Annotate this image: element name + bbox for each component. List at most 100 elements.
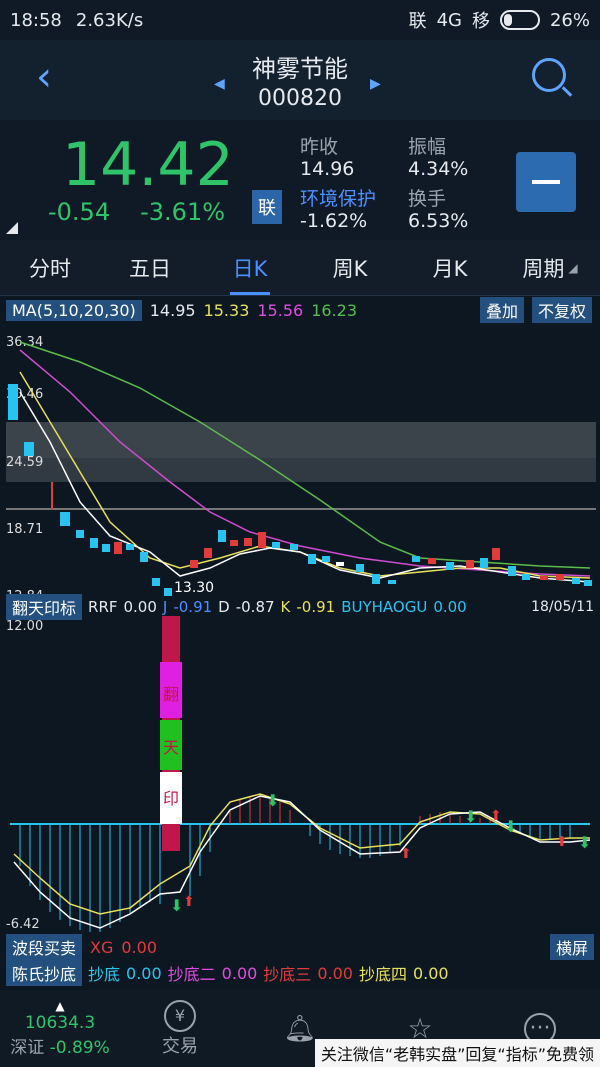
y-tick-4: 18.71 xyxy=(6,522,43,537)
battery-icon xyxy=(499,10,540,30)
buy-arrow-2: ⬆ xyxy=(400,846,412,862)
ma5-value: 14.95 xyxy=(149,300,196,320)
change-percent: -3.61% xyxy=(140,198,226,226)
tab-monthly-k[interactable]: 月K xyxy=(400,240,500,295)
turnover-value: 6.53% xyxy=(408,210,469,232)
index-ticker[interactable]: ▲ 10634.3 深证 -0.89% xyxy=(0,990,120,1067)
indicator2-name[interactable]: 波段买卖 xyxy=(6,934,83,960)
watermark: 关注微信“老韩实盘”回复“指标”免费领 xyxy=(314,1039,600,1067)
c4-label: 抄底四 xyxy=(358,965,407,984)
amplitude-label: 振幅 xyxy=(408,136,447,158)
price: 14.42 xyxy=(62,130,234,200)
indicator2-bar: 波段买卖 XG 0.00 横屏 xyxy=(6,934,594,960)
carrier1: 联 xyxy=(408,11,427,32)
gap-band-1 xyxy=(6,422,596,458)
sell-arrow-5: ⬇ xyxy=(578,833,591,852)
buy-arrow-3: ⬆ xyxy=(490,808,502,824)
next-stock-icon[interactable]: ▶ xyxy=(370,76,381,92)
j-label: J xyxy=(162,598,168,616)
quote-panel: 14.42 -0.54 -3.61% 联 昨收 14.96 环境保护 -1.62… xyxy=(0,120,600,240)
status-bar: 18:58 2.63K/s 联 4G 移 26% xyxy=(0,0,600,40)
ma5-line xyxy=(19,391,591,583)
index-name: 深证 xyxy=(10,1038,45,1058)
battery-level: 26% xyxy=(549,9,590,31)
buy-arrow-1: ⬆ xyxy=(183,894,195,910)
ma30-value: 16.23 xyxy=(311,300,357,320)
corner-triangle-icon xyxy=(6,222,18,234)
c1-value: 0.00 xyxy=(126,963,162,983)
k-label: K xyxy=(280,598,291,616)
index-value: 10634.3 xyxy=(24,1013,96,1033)
ma-bar: MA(5,10,20,30) 14.95 15.33 15.56 16.23 叠… xyxy=(0,297,600,323)
search-icon[interactable] xyxy=(532,58,566,92)
change-value: -0.54 xyxy=(48,198,111,226)
xg-value: 0.00 xyxy=(121,937,157,957)
change-row: -0.54 -3.61% xyxy=(48,198,225,226)
tab-period[interactable]: 周期 ◢ xyxy=(500,240,600,295)
d-label: D xyxy=(218,598,230,616)
yen-icon: ¥ xyxy=(164,999,196,1032)
sell-arrow-3: ⬇ xyxy=(464,807,477,826)
link-badge[interactable]: 联 xyxy=(252,190,282,224)
buy-label: BUYHAOGU xyxy=(341,598,428,616)
remove-watchlist-button[interactable] xyxy=(516,152,576,212)
prev-close-label: 昨收 xyxy=(300,136,339,158)
gap-band-2 xyxy=(6,458,596,482)
ind-y-top: 12.00 xyxy=(6,619,43,634)
network-speed: 2.63K/s xyxy=(75,9,144,31)
turnover-label: 换手 xyxy=(408,188,447,210)
d-value: -0.87 xyxy=(235,598,275,616)
prev-close-value: 14.96 xyxy=(300,158,355,180)
tab-daily-k[interactable]: 日K xyxy=(200,240,300,295)
trade-label: 交易 xyxy=(162,1035,198,1057)
tab-five-day[interactable]: 五日 xyxy=(100,240,200,295)
adjust-button[interactable]: 不复权 xyxy=(531,297,592,323)
ma-settings-label[interactable]: MA(5,10,20,30) xyxy=(6,299,142,321)
stock-code: 000820 xyxy=(258,86,342,111)
histogram xyxy=(19,824,571,932)
c2-value: 0.00 xyxy=(221,963,258,983)
stock-title: 神雾节能 000820 xyxy=(252,49,348,111)
ma20-value: 15.56 xyxy=(257,300,304,320)
sell-arrow-2: ⬇ xyxy=(266,791,279,810)
period-tabs: 分时 五日 日K 周K 月K 周期 ◢ xyxy=(0,240,600,296)
chart-date: 18/05/11 xyxy=(531,599,594,615)
header: ‹ ◀ 神雾节能 000820 ▶ xyxy=(0,40,600,120)
ma10-value: 15.33 xyxy=(203,300,250,320)
pillar-char-3: 印 xyxy=(163,789,179,808)
indicator1-chart[interactable]: 12.00 -6.42 翻 天 印 ⬇ ⬆ ⬇ ⬆ ⬇ ⬆ ⬇ ⬆ ⬇ xyxy=(0,616,600,936)
clock: 18:58 xyxy=(10,9,62,31)
c3-value: 0.00 xyxy=(317,963,353,983)
bell-icon: 🔔︎ xyxy=(283,1013,317,1044)
c2-label: 抄底二 xyxy=(167,965,216,984)
sell-arrow-1: ⬇ xyxy=(170,896,183,915)
index-change: -0.89% xyxy=(49,1038,110,1058)
tab-intraday[interactable]: 分时 xyxy=(0,240,100,295)
landscape-button[interactable]: 横屏 xyxy=(549,934,594,960)
net-type: 4G xyxy=(436,9,462,31)
up-arrow-icon: ▲ xyxy=(55,999,65,1013)
tab-weekly-k[interactable]: 周K xyxy=(300,240,400,295)
c1-label: 抄底 xyxy=(88,965,121,984)
pillar-char-1: 翻 xyxy=(163,685,179,704)
sector-value: -1.62% xyxy=(300,210,368,232)
buy-arrow-4: ⬆ xyxy=(556,834,568,850)
pillar-char-2: 天 xyxy=(163,738,179,757)
rrf-value: 0.00 xyxy=(123,598,157,616)
j-value: -0.91 xyxy=(173,598,213,616)
carrier2: 移 xyxy=(471,11,490,32)
c3-label: 抄底三 xyxy=(263,965,312,984)
rrf-label: RRF xyxy=(88,598,118,616)
trade-button[interactable]: ¥ 交易 xyxy=(120,990,240,1067)
overlay-button[interactable]: 叠加 xyxy=(479,297,524,323)
xg-label: XG xyxy=(90,937,114,957)
back-icon[interactable]: ‹ xyxy=(36,54,52,100)
prev-stock-icon[interactable]: ◀ xyxy=(214,76,225,92)
indicator3-name[interactable]: 陈氏抄底 xyxy=(6,960,83,986)
dropdown-icon: ◢ xyxy=(568,260,578,275)
ind-y-bottom: -6.42 xyxy=(6,917,40,932)
sector-label[interactable]: 环境保护 xyxy=(300,184,376,211)
indicator3-bar: 陈氏抄底 抄底 0.00 抄底二 0.00 抄底三 0.00 抄底四 0.00 xyxy=(6,960,594,986)
c4-value: 0.00 xyxy=(412,963,449,983)
k-value: -0.91 xyxy=(296,598,336,616)
